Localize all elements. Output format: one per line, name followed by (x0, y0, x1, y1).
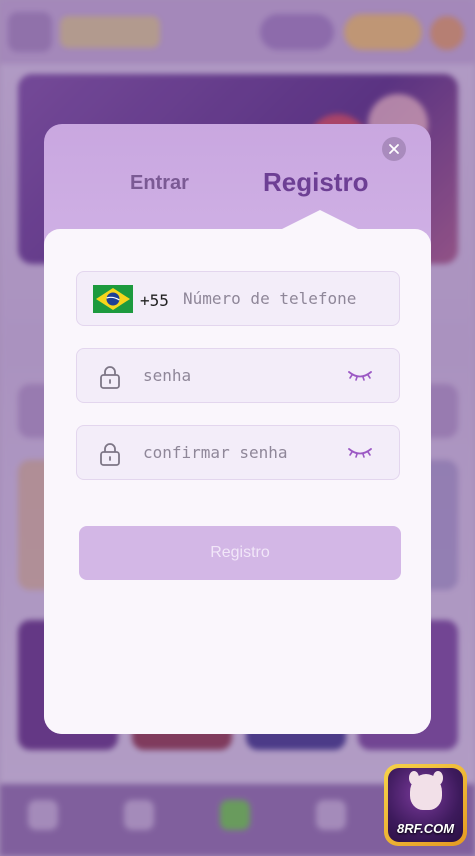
promo-badge-text: 8RF.COM (396, 821, 455, 836)
confirm-password-field (76, 425, 400, 480)
promo-badge[interactable]: 8RF.COM (384, 764, 467, 846)
register-form: +55 Número de telefone Registro (44, 229, 431, 734)
password-field (76, 348, 400, 403)
modal-header: Entrar Registro (44, 124, 431, 234)
close-button[interactable] (382, 137, 406, 161)
phone-field: +55 (76, 271, 400, 326)
password-input[interactable] (143, 349, 333, 402)
eye-closed-icon[interactable] (347, 444, 373, 462)
confirm-password-input[interactable] (143, 426, 333, 479)
mascot-icon (410, 774, 442, 810)
dial-code[interactable]: +55 (140, 291, 169, 310)
tab-login[interactable]: Entrar (130, 172, 189, 195)
register-submit-button[interactable]: Registro (79, 526, 401, 580)
active-tab-indicator (280, 210, 360, 230)
auth-modal: Entrar Registro +55 Número de telefone R… (44, 124, 431, 734)
close-icon (389, 144, 399, 154)
eye-closed-icon[interactable] (347, 367, 373, 385)
tab-register[interactable]: Registro (263, 167, 368, 198)
brazil-flag-icon[interactable] (93, 285, 133, 313)
phone-input[interactable] (183, 272, 393, 325)
promo-badge-art: 8RF.COM (388, 768, 463, 842)
lock-icon (100, 443, 120, 466)
lock-icon (100, 366, 120, 389)
